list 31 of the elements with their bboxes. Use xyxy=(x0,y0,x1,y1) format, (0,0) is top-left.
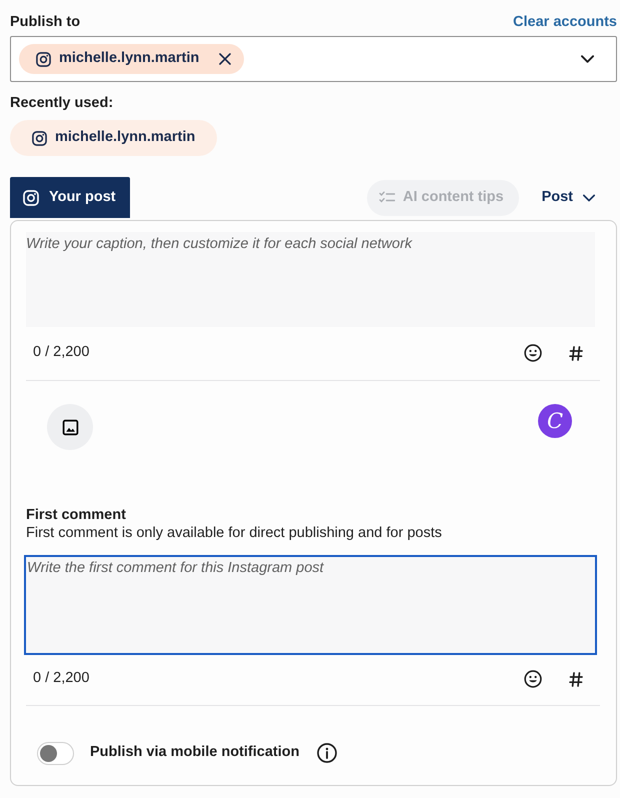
smiley-icon[interactable] xyxy=(524,670,542,688)
hashtag-icon[interactable] xyxy=(569,346,583,360)
toggle-label: Publish via mobile notification xyxy=(90,743,300,762)
smiley-icon[interactable] xyxy=(524,344,542,362)
mobile-notification-toggle[interactable] xyxy=(37,742,74,764)
comment-field[interactable]: Write the first comment for this Instagram post xyxy=(24,555,597,655)
close-icon[interactable] xyxy=(219,53,232,65)
instagram-icon xyxy=(32,130,47,146)
image-icon xyxy=(62,418,78,436)
account-name: michelle.lynn.martin xyxy=(59,49,200,68)
recent-account-chip[interactable]: michelle.lynn.martin xyxy=(10,120,218,156)
character-count: 0 / 2,200 xyxy=(33,343,90,362)
character-count: 0 / 2,200 xyxy=(33,669,90,688)
info-icon[interactable] xyxy=(317,743,338,763)
post-tab[interactable]: Your post xyxy=(10,177,130,218)
first-comment-note: First comment is only available for direct publishing and for posts xyxy=(26,524,443,542)
post-type-dropdown[interactable]: Post xyxy=(542,186,595,208)
first-comment-heading: First comment xyxy=(26,506,127,524)
section-label: Recently used: xyxy=(10,94,114,113)
add-media-button[interactable] xyxy=(47,404,93,450)
caption-field[interactable]: Write your caption, then customize it for each social network xyxy=(26,232,595,327)
instagram-icon xyxy=(36,52,51,66)
chevron-down-icon xyxy=(583,194,595,202)
chevron-down-icon[interactable] xyxy=(581,55,594,63)
design-app-button[interactable]: C xyxy=(538,404,572,438)
section-label: Publish to xyxy=(10,13,80,32)
instagram-icon xyxy=(23,190,39,206)
checklist-icon xyxy=(378,191,395,204)
account-select[interactable]: michelle.lynn.martin xyxy=(10,36,617,82)
clear-accounts-link[interactable]: Clear accounts xyxy=(513,12,617,32)
hashtag-icon[interactable] xyxy=(569,672,583,686)
